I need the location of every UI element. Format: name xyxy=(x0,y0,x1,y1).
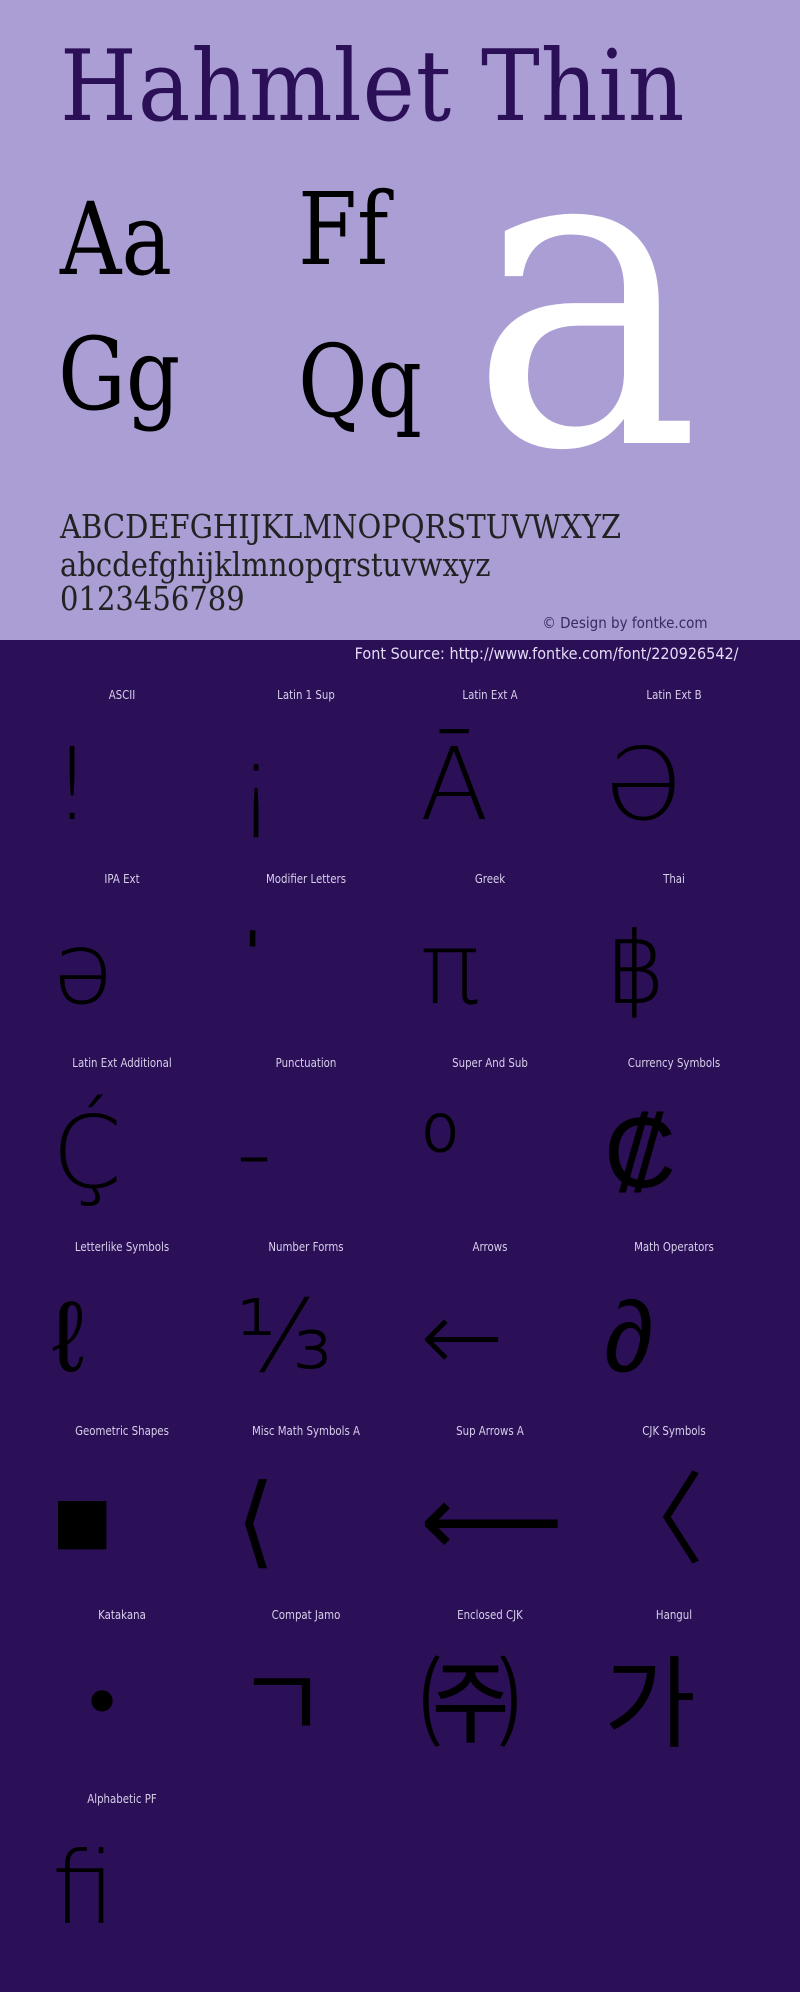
unicode-block-cell: Letterlike Symbols ℓ xyxy=(30,1232,214,1416)
block-sample-glyph: ə xyxy=(52,910,114,1027)
block-label: Modifier Letters xyxy=(265,872,347,886)
lowercase-alphabet: abcdefghijklmnopqrstuvwxyz xyxy=(60,545,491,584)
unicode-block-cell: Currency Symbols ₡ xyxy=(582,1048,766,1232)
unicode-block-cell: Math Operators ∂ xyxy=(582,1232,766,1416)
unicode-block-cell: Geometric Shapes ■ xyxy=(30,1416,214,1600)
unicode-block-cell: Katakana ・ xyxy=(30,1600,214,1784)
block-label: Latin 1 Sup xyxy=(277,688,335,702)
block-sample-glyph: ﬁ xyxy=(52,1830,115,1947)
block-label: ASCII xyxy=(108,688,136,702)
block-label: Latin Ext Additional xyxy=(72,1056,172,1070)
unicode-block-cell: Alphabetic PF ﬁ xyxy=(30,1784,214,1968)
unicode-block-cell: Arrows ← xyxy=(398,1232,582,1416)
unicode-block-cell: Hangul 가 xyxy=(582,1600,766,1784)
unicode-block-cell: Punctuation ‐ xyxy=(214,1048,398,1232)
unicode-block-cell: Latin Ext Additional Ḉ xyxy=(30,1048,214,1232)
unicode-block-cell: Compat Jamo ㄱ xyxy=(214,1600,398,1784)
block-label: Math Operators xyxy=(634,1240,714,1254)
uppercase-alphabet: ABCDEFGHIJKLMNOPQRSTUVWXYZ xyxy=(60,507,622,546)
block-label: Katakana xyxy=(98,1608,146,1622)
glyph-pair-aa: Aa xyxy=(60,181,173,298)
unicode-block-cell: Latin 1 Sup ¡ xyxy=(214,680,398,864)
specimen-header: Hahmlet Thin Aa Ff Gg Qq a ABCDEFGHIJKLM… xyxy=(0,0,800,640)
unicode-block-cell: Misc Math Symbols A ⟨ xyxy=(214,1416,398,1600)
font-source-link[interactable]: Font Source: http://www.fontke.com/font/… xyxy=(354,644,738,663)
block-label: Thai xyxy=(663,872,685,886)
unicode-block-cell: Sup Arrows A ⟵ xyxy=(398,1416,582,1600)
unicode-block-cell: IPA Ext ə xyxy=(30,864,214,1048)
block-sample-glyph: π xyxy=(420,910,481,1027)
block-label: Sup Arrows A xyxy=(456,1424,524,1438)
block-label: Currency Symbols xyxy=(627,1056,721,1070)
block-label: Latin Ext A xyxy=(462,688,518,702)
block-sample-glyph: ˈ xyxy=(236,910,270,1027)
block-sample-glyph: Ā xyxy=(420,726,489,843)
unicode-block-cell: Super And Sub ⁰ xyxy=(398,1048,582,1232)
block-label: Misc Math Symbols A xyxy=(251,1424,361,1438)
block-sample-glyph: ← xyxy=(420,1278,504,1395)
block-sample-glyph: ℓ xyxy=(52,1278,85,1395)
unicode-block-cell: ASCII! xyxy=(30,680,214,864)
block-sample-glyph: 〈 xyxy=(604,1462,704,1579)
block-label: Enclosed CJK xyxy=(457,1608,523,1622)
unicode-block-cell: Number Forms ⅓ xyxy=(214,1232,398,1416)
block-label: Arrows xyxy=(472,1240,508,1254)
unicode-block-cell: Latin Ext A Ā xyxy=(398,680,582,864)
block-label: Number Forms xyxy=(268,1240,344,1254)
unicode-block-cell: Latin Ext B Ə xyxy=(582,680,766,864)
block-sample-glyph: ・ xyxy=(52,1646,152,1763)
block-label: Super And Sub xyxy=(452,1056,528,1070)
block-sample-glyph: ⟨ xyxy=(236,1462,276,1579)
unicode-block-cell: Modifier Letters ˈ xyxy=(214,864,398,1048)
glyph-pair-qq: Qq xyxy=(298,323,423,440)
block-label: Letterlike Symbols xyxy=(74,1240,170,1254)
block-label: Greek xyxy=(474,872,506,886)
unicode-block-cell: CJK Symbols 〈 xyxy=(582,1416,766,1600)
hero-glyph: a xyxy=(470,45,701,545)
block-label: IPA Ext xyxy=(104,872,140,886)
unicode-block-cell: Enclosed CJK ㈜ xyxy=(398,1600,582,1784)
block-label: Latin Ext B xyxy=(646,688,702,702)
block-sample-glyph: ⅓ xyxy=(236,1278,333,1395)
block-label: Geometric Shapes xyxy=(75,1424,169,1438)
block-label: Alphabetic PF xyxy=(87,1792,157,1806)
block-sample-glyph: ㈜ xyxy=(420,1646,520,1763)
block-sample-glyph: 가 xyxy=(604,1646,696,1763)
block-sample-glyph: ¡ xyxy=(236,726,277,843)
glyph-pair-ff: Ff xyxy=(298,171,389,288)
block-label: Punctuation xyxy=(275,1056,337,1070)
block-sample-glyph: ■ xyxy=(52,1462,113,1579)
unicode-block-cell: Thai ฿ xyxy=(582,864,766,1048)
block-sample-glyph: Ḉ xyxy=(52,1094,122,1211)
unicode-block-cell: Greek π xyxy=(398,864,582,1048)
block-label: Hangul xyxy=(655,1608,693,1622)
block-sample-glyph: ₡ xyxy=(604,1094,677,1211)
block-sample-glyph: ! xyxy=(52,726,93,843)
block-sample-glyph: ‐ xyxy=(236,1094,273,1211)
block-sample-glyph: Ə xyxy=(604,726,683,843)
block-sample-glyph: ⟵ xyxy=(420,1462,564,1579)
block-label: Compat Jamo xyxy=(271,1608,341,1622)
block-sample-glyph: ฿ xyxy=(604,910,668,1027)
block-label: CJK Symbols xyxy=(642,1424,706,1438)
block-sample-glyph: ⁰ xyxy=(420,1094,461,1211)
design-credit: © Design by fontke.com xyxy=(542,614,708,632)
block-sample-glyph: ∂ xyxy=(604,1278,654,1395)
block-sample-glyph: ㄱ xyxy=(236,1646,328,1763)
glyph-pair-gg: Gg xyxy=(58,316,181,433)
digits: 0123456789 xyxy=(60,579,245,618)
